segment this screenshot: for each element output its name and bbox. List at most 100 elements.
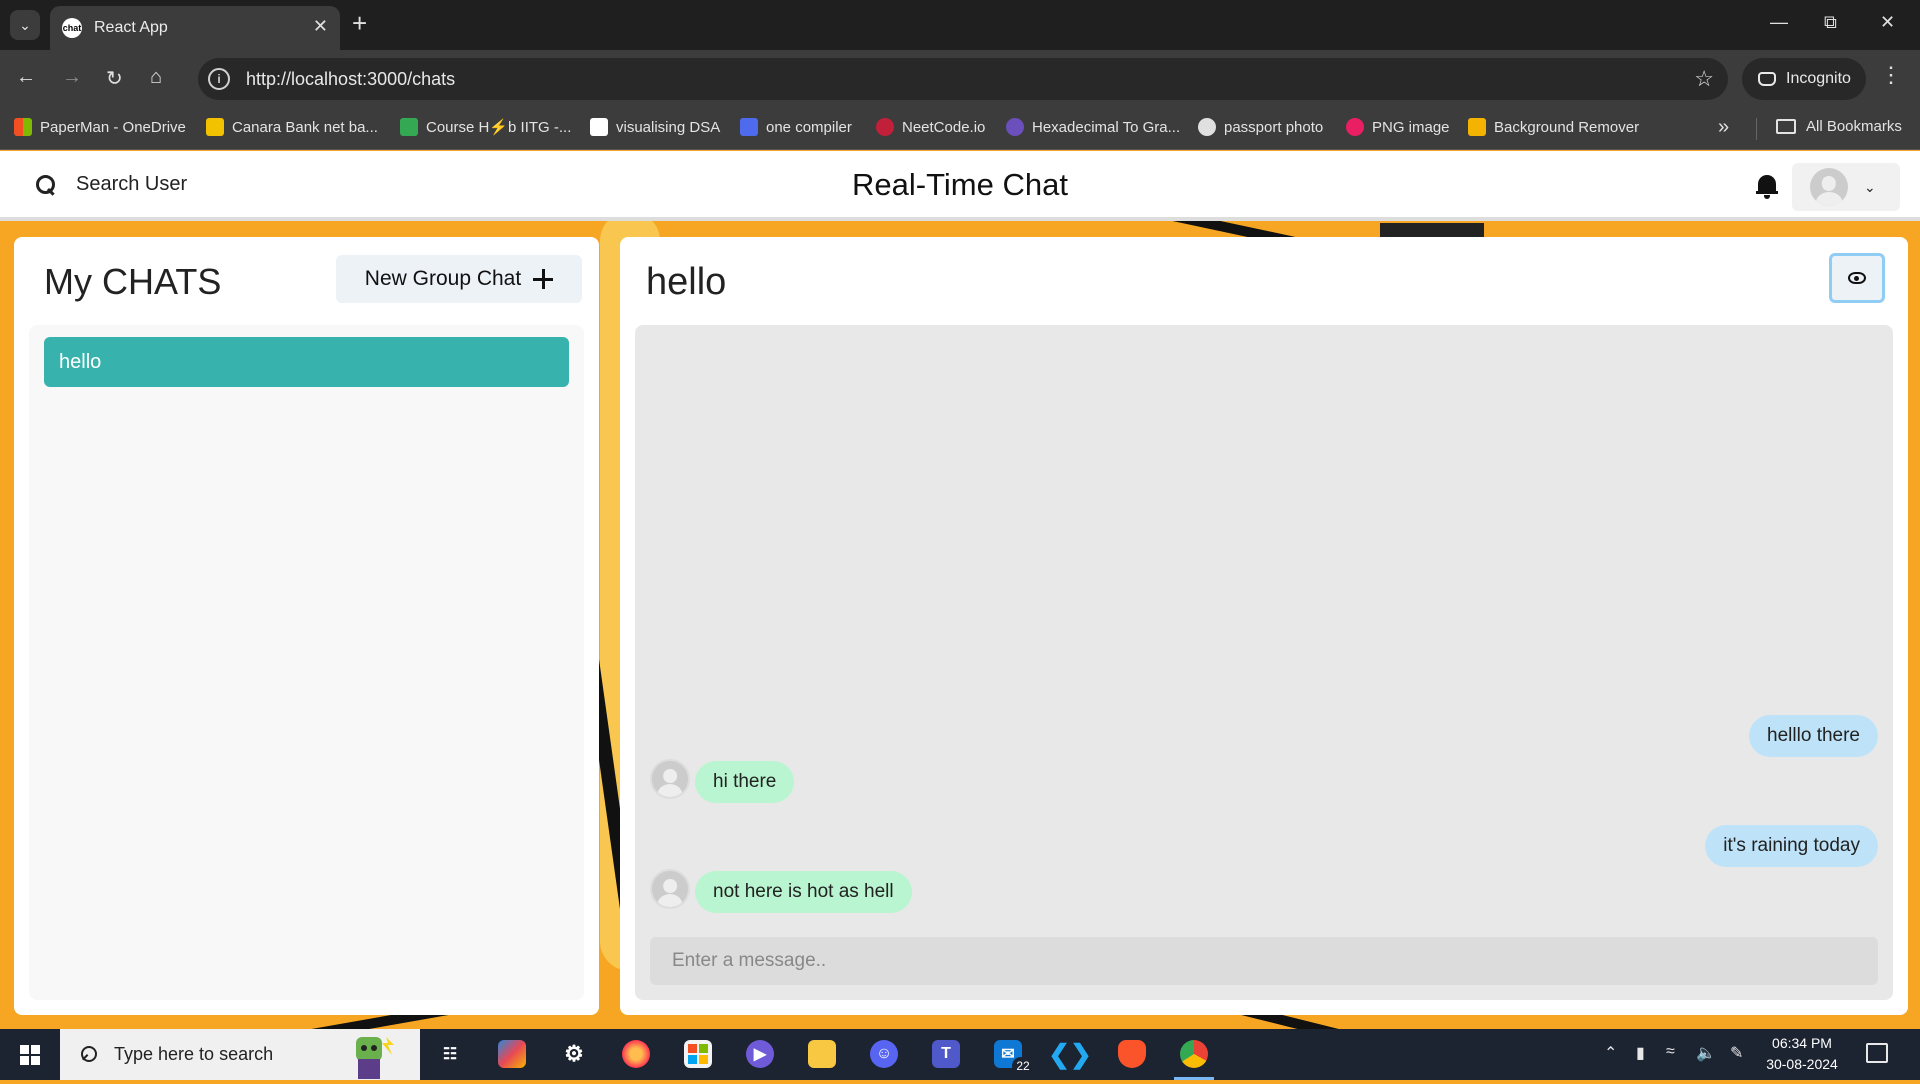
new-tab-button[interactable]: + xyxy=(352,10,367,36)
bookmark-item[interactable]: PaperMan - OneDrive xyxy=(14,118,186,136)
chat-title: hello xyxy=(646,261,727,303)
teams-icon[interactable]: T xyxy=(932,1040,960,1068)
battery-icon[interactable]: ▮ xyxy=(1636,1043,1645,1063)
system-clock[interactable]: 06:34 PM 30-08-2024 xyxy=(1762,1033,1842,1075)
clock-date: 30-08-2024 xyxy=(1766,1056,1838,1072)
search-icon xyxy=(78,1045,97,1064)
chevron-down-icon: ⌄ xyxy=(19,16,31,33)
my-chats-title: My CHATS xyxy=(44,261,222,302)
browser-menu-icon[interactable]: ⋮ xyxy=(1880,62,1902,88)
bookmarks-divider xyxy=(1756,118,1757,140)
browser-tab-active[interactable]: chat React App ✕ xyxy=(50,6,340,50)
more-bookmarks-icon[interactable]: » xyxy=(1718,116,1729,139)
incognito-icon xyxy=(1758,72,1776,86)
site-info-icon[interactable]: i xyxy=(208,68,230,90)
taskbar-search-label: Type here to search xyxy=(114,1044,274,1064)
all-bookmarks-label: All Bookmarks xyxy=(1806,118,1902,135)
new-group-chat-button[interactable]: New Group Chat xyxy=(336,255,582,303)
mail-badge: 22 xyxy=(1012,1057,1034,1075)
bookmark-favicon-icon xyxy=(876,118,894,136)
windows-start-icon[interactable] xyxy=(20,1045,40,1065)
media-player-icon[interactable]: ▶ xyxy=(746,1040,774,1068)
all-bookmarks-button[interactable]: All Bookmarks xyxy=(1776,118,1902,135)
bookmark-favicon-icon xyxy=(1006,118,1024,136)
bookmark-item[interactable]: PNG image xyxy=(1346,118,1450,136)
bookmark-label: visualising DSA xyxy=(616,118,721,136)
app-page: Search User Real-Time Chat ⌄ My CHATS Ne… xyxy=(0,151,1920,1029)
home-icon[interactable]: ⌂ xyxy=(150,66,162,89)
app-header: Search User Real-Time Chat ⌄ xyxy=(0,151,1920,221)
bookmark-item[interactable]: Hexadecimal To Gra... xyxy=(1006,118,1180,136)
bookmark-favicon-icon xyxy=(1468,118,1486,136)
bookmark-favicon-icon xyxy=(1198,118,1216,136)
settings-gear-icon[interactable]: ⚙ xyxy=(560,1040,588,1068)
bell-icon[interactable] xyxy=(1756,173,1778,199)
chat-list: hello xyxy=(29,325,584,1000)
bookmark-favicon-icon xyxy=(206,118,224,136)
bookmark-item[interactable]: Course H⚡b IITG -... xyxy=(400,118,571,136)
close-icon[interactable]: ✕ xyxy=(313,16,328,37)
avatar[interactable] xyxy=(650,869,690,909)
address-bar[interactable]: i http://localhost:3000/chats ☆ xyxy=(198,58,1728,100)
bookmark-favicon-icon xyxy=(14,118,32,136)
notification-center-icon[interactable] xyxy=(1866,1043,1888,1063)
bookmark-item[interactable]: visualising DSA xyxy=(590,118,720,136)
search-highlight-icon xyxy=(338,1031,398,1079)
app-title: Real-Time Chat xyxy=(852,167,1068,202)
bookmarks-bar: PaperMan - OneDrive Canara Bank net ba..… xyxy=(0,108,1920,150)
restore-icon[interactable]: ⧉ xyxy=(1824,12,1837,33)
message-bubble-received: hi there xyxy=(695,761,795,803)
firefox-icon[interactable] xyxy=(622,1040,650,1068)
chevron-down-icon: ⌄ xyxy=(1864,178,1876,195)
folder-icon xyxy=(1776,119,1796,134)
forward-arrow-icon[interactable]: → xyxy=(62,66,82,89)
browser-toolbar: ← → ↻ ⌂ i http://localhost:3000/chats ☆ … xyxy=(0,50,1920,108)
bookmark-item[interactable]: passport photo xyxy=(1198,118,1323,136)
microsoft-store-icon[interactable] xyxy=(684,1040,712,1068)
incognito-indicator[interactable]: Incognito xyxy=(1742,58,1866,100)
file-explorer-icon[interactable] xyxy=(808,1040,836,1068)
my-chats-panel: My CHATS New Group Chat hello xyxy=(14,237,599,1015)
vscode-icon[interactable]: ❮❯ xyxy=(1048,1039,1092,1069)
bookmark-favicon-icon xyxy=(1346,118,1364,136)
bookmark-item[interactable]: Background Remover xyxy=(1468,118,1639,136)
view-profile-button[interactable] xyxy=(1829,253,1885,303)
avatar[interactable] xyxy=(650,759,690,799)
avatar xyxy=(1810,168,1848,206)
message-input[interactable] xyxy=(650,937,1878,985)
message-bubble-sent: it's raining today xyxy=(1705,825,1878,867)
tab-search-button[interactable]: ⌄ xyxy=(10,10,40,40)
volume-icon[interactable]: 🔈 xyxy=(1696,1043,1716,1063)
chat-list-item-name: hello xyxy=(59,350,102,373)
chat-list-item[interactable]: hello xyxy=(44,337,569,387)
bookmark-favicon-icon xyxy=(400,118,418,136)
window-close-icon[interactable]: ✕ xyxy=(1880,12,1895,33)
bookmark-star-icon[interactable]: ☆ xyxy=(1694,66,1714,92)
brave-icon[interactable] xyxy=(1118,1040,1146,1068)
incognito-label: Incognito xyxy=(1786,70,1851,87)
chrome-icon[interactable] xyxy=(1180,1040,1208,1068)
copilot-icon[interactable] xyxy=(498,1040,526,1068)
profile-menu-button[interactable]: ⌄ xyxy=(1792,163,1900,211)
bookmark-label: one compiler xyxy=(766,118,852,136)
browser-tab-strip: ⌄ chat React App ✕ + — ⧉ ✕ xyxy=(0,0,1920,50)
task-view-icon[interactable]: ☷ xyxy=(436,1040,464,1068)
discord-icon[interactable]: ☺ xyxy=(870,1040,898,1068)
wifi-icon[interactable]: ≈ xyxy=(1666,1043,1675,1061)
show-hidden-icons-icon[interactable]: ⌃ xyxy=(1604,1043,1617,1063)
bookmark-label: PNG image xyxy=(1372,118,1450,136)
bookmark-item[interactable]: NeetCode.io xyxy=(876,118,985,136)
bookmark-item[interactable]: one compiler xyxy=(740,118,852,136)
clock-time: 06:34 PM xyxy=(1772,1035,1832,1051)
bookmark-item[interactable]: Canara Bank net ba... xyxy=(206,118,378,136)
chat-box-panel: hello helllo there hi there it's raining… xyxy=(620,237,1908,1015)
address-url: http://localhost:3000/chats xyxy=(246,68,456,89)
reload-icon[interactable]: ↻ xyxy=(106,66,123,91)
minimize-icon[interactable]: — xyxy=(1770,12,1788,33)
pen-icon[interactable]: ✎ xyxy=(1730,1043,1743,1063)
message-bubble-sent: helllo there xyxy=(1749,715,1878,757)
back-arrow-icon[interactable]: ← xyxy=(16,66,36,89)
bookmark-label: Hexadecimal To Gra... xyxy=(1032,118,1181,136)
bookmark-label: Course H⚡b IITG -... xyxy=(426,119,572,136)
messages-area: helllo there hi there it's raining today… xyxy=(635,325,1893,1000)
